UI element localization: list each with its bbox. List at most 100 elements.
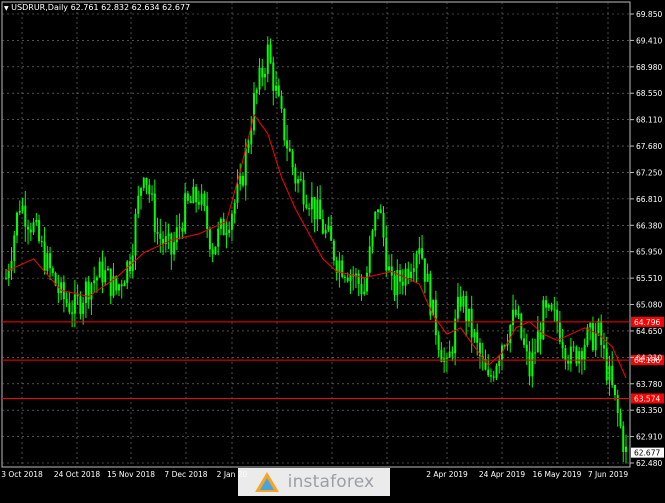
candle-body: [589, 323, 592, 328]
candle-body: [294, 167, 297, 184]
candle-body: [84, 281, 87, 303]
ohlc-values: 62.761 62.832 62.634 62.677: [70, 3, 191, 12]
y-tick-label: 66.380: [636, 221, 662, 230]
candle-body: [410, 271, 413, 279]
candle-body: [250, 130, 253, 145]
candles: [5, 36, 627, 464]
candle-body: [327, 226, 330, 230]
candle-body: [531, 352, 534, 377]
x-tick-label: 15 Nov 2018: [107, 470, 155, 479]
candle-body: [470, 308, 473, 338]
y-tick-label: 67.680: [636, 142, 662, 151]
candle-body: [82, 302, 85, 314]
y-tick-label: 68.110: [636, 116, 662, 125]
candle-body: [572, 346, 575, 348]
candle-body: [175, 227, 178, 243]
candle-body: [597, 320, 600, 333]
last-price-label: 62.677: [634, 449, 660, 458]
candle-body: [622, 425, 625, 452]
candle-body: [145, 178, 148, 185]
candle-body: [321, 219, 324, 234]
level-price-label: 64.796: [634, 318, 660, 327]
candle-body: [448, 351, 451, 358]
y-tick-label: 68.550: [636, 89, 662, 98]
candle-body: [454, 318, 457, 354]
candle-body: [222, 218, 225, 236]
candle-body: [580, 351, 583, 360]
triangle-down-icon[interactable]: ▼: [4, 5, 9, 12]
candle-body: [280, 95, 283, 109]
candle-body: [21, 205, 24, 211]
price-chart[interactable]: 64.796 64.186 63.574 62.677 69.850 69.410 68.…: [0, 0, 665, 499]
instaforex-logo-icon: [254, 472, 279, 492]
candle-body: [18, 210, 21, 213]
candle-body: [492, 376, 495, 378]
ma-line: [5, 113, 627, 379]
candle-body: [564, 348, 567, 360]
grid: [1, 1, 631, 468]
candle-body: [487, 369, 490, 376]
candle-body: [71, 312, 74, 314]
candle-body: [200, 193, 203, 205]
candle-body: [393, 275, 396, 296]
candle-body: [148, 184, 151, 195]
candle-body: [605, 348, 608, 381]
x-tick-label: 24 Oct 2018: [54, 470, 101, 479]
candle-body: [346, 277, 349, 282]
candle-body: [625, 446, 627, 452]
candle-body: [217, 228, 220, 247]
candle-body: [286, 140, 289, 149]
candle-body: [208, 228, 211, 250]
candle-body: [586, 327, 589, 345]
candle-body: [101, 261, 104, 283]
candle-body: [619, 413, 622, 426]
candle-body: [297, 179, 300, 184]
candle-body: [305, 204, 308, 209]
candle-body: [170, 233, 173, 255]
candle-body: [90, 283, 93, 300]
candle-body: [178, 227, 181, 229]
level-price-label: 63.574: [634, 394, 660, 403]
candle-body: [211, 249, 214, 255]
candle-body: [310, 197, 313, 210]
candle-body: [338, 260, 341, 273]
candle-body: [343, 276, 346, 278]
candle-body: [418, 248, 421, 255]
candle-body: [363, 291, 366, 295]
candle-body: [73, 294, 76, 314]
candle-body: [126, 261, 129, 283]
candle-body: [611, 365, 614, 386]
candle-body: [324, 229, 327, 234]
candle-body: [153, 193, 156, 232]
symbol-label: USDRUR,Daily: [11, 3, 69, 12]
chart-canvas[interactable]: 64.79664.18663.57462.677 69.85069.41068.…: [0, 0, 665, 499]
candle-body: [189, 200, 192, 203]
candle-body: [528, 351, 531, 377]
x-tick-label: 3 Oct 2018: [1, 470, 43, 479]
candle-body: [239, 176, 242, 185]
candle-body: [261, 67, 264, 78]
candle-body: [186, 193, 189, 201]
y-tick-label: 65.950: [636, 248, 662, 257]
candle-body: [423, 258, 426, 282]
candle-body: [134, 213, 137, 256]
candle-body: [561, 341, 564, 349]
candle-body: [151, 193, 154, 195]
candle-body: [60, 282, 63, 294]
candle-body: [35, 219, 38, 223]
candle-body: [46, 253, 49, 271]
candle-body: [385, 237, 388, 271]
x-tick-label: 2 Apr 2019: [426, 470, 468, 479]
candle-body: [412, 268, 415, 272]
candle-body: [269, 44, 272, 63]
y-tick-label: 64.650: [636, 327, 662, 336]
candle-body: [247, 144, 250, 148]
candle-body: [51, 268, 54, 273]
candle-body: [602, 345, 605, 349]
y-tick-label: 69.850: [636, 10, 662, 19]
plot-frame: [1, 1, 631, 468]
candle-body: [319, 199, 322, 220]
candle-body: [228, 229, 231, 234]
candle-body: [341, 260, 344, 277]
candle-body: [95, 277, 98, 281]
